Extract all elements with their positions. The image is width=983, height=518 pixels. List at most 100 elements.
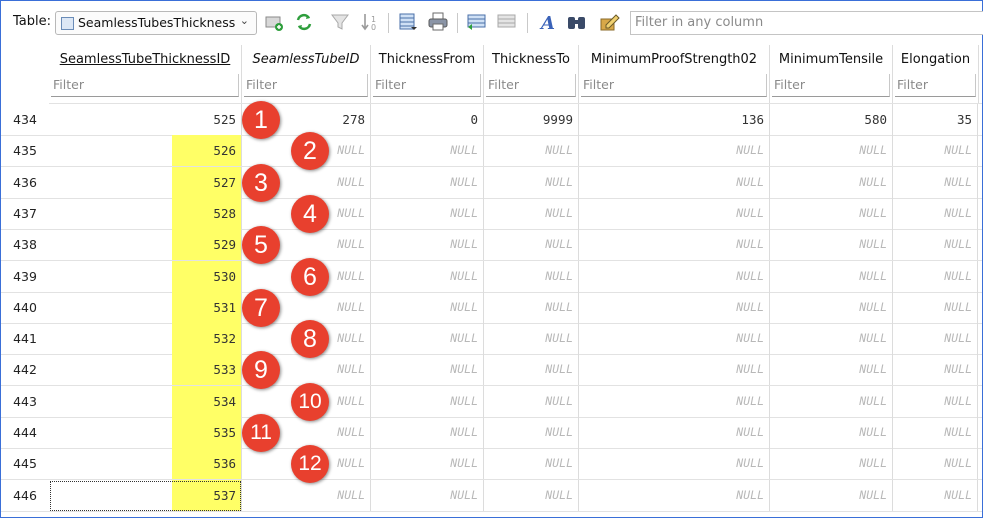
- table-cell[interactable]: 528: [49, 197, 242, 229]
- table-cell[interactable]: NULL: [484, 354, 579, 386]
- table-cell[interactable]: 529: [49, 229, 242, 261]
- column-filter-input[interactable]: Filter: [373, 74, 481, 97]
- row-number[interactable]: 445: [1, 448, 49, 479]
- row-number[interactable]: 439: [1, 261, 49, 292]
- table-cell[interactable]: NULL: [893, 417, 978, 448]
- table-row[interactable]: 446 537 NULL NULL NULL NULL NULL NULL: [1, 479, 982, 512]
- table-cell[interactable]: 531: [49, 291, 242, 323]
- table-cell[interactable]: NULL: [579, 479, 770, 511]
- edit-cell-icon[interactable]: [598, 11, 620, 33]
- table-cell[interactable]: NULL: [770, 385, 893, 417]
- table-cell[interactable]: NULL: [484, 448, 579, 480]
- table-cell[interactable]: NULL: [579, 135, 770, 167]
- table-row[interactable]: 441 532 NULL NULL NULL NULL NULL NULL: [1, 323, 982, 356]
- table-cell[interactable]: NULL: [371, 385, 484, 417]
- column-header-minimumproofstrength02[interactable]: MinimumProofStrength02 Filter: [579, 45, 770, 104]
- table-cell[interactable]: NULL: [893, 354, 978, 386]
- table-cell[interactable]: NULL: [893, 260, 978, 292]
- table-cell[interactable]: NULL: [770, 166, 893, 198]
- column-filter-input[interactable]: Filter: [244, 74, 368, 97]
- table-row[interactable]: 436 527 NULL NULL NULL NULL NULL NULL: [1, 166, 982, 199]
- column-filter-input[interactable]: Filter: [895, 74, 976, 97]
- table-cell[interactable]: NULL: [579, 229, 770, 261]
- row-number[interactable]: 446: [1, 480, 49, 511]
- table-cell[interactable]: 533: [49, 354, 242, 386]
- sort-icon[interactable]: 1 0: [359, 11, 381, 33]
- table-cell[interactable]: NULL: [484, 260, 579, 292]
- table-cell[interactable]: NULL: [770, 135, 893, 167]
- row-number[interactable]: 437: [1, 198, 49, 229]
- table-cell[interactable]: NULL: [579, 166, 770, 198]
- font-icon[interactable]: A: [537, 11, 559, 33]
- table-cell[interactable]: NULL: [484, 323, 579, 355]
- table-cell[interactable]: NULL: [371, 354, 484, 386]
- insert-rows-icon[interactable]: [466, 11, 488, 33]
- table-cell[interactable]: NULL: [770, 229, 893, 261]
- table-cell[interactable]: NULL: [579, 385, 770, 417]
- table-cell[interactable]: 526: [49, 135, 242, 167]
- table-cell[interactable]: 580: [770, 104, 893, 135]
- column-filter-input[interactable]: Filter: [581, 74, 767, 97]
- clear-filter-icon[interactable]: [329, 11, 351, 33]
- table-row[interactable]: 435 526 NULL NULL NULL NULL NULL NULL: [1, 135, 982, 168]
- table-cell[interactable]: NULL: [579, 197, 770, 229]
- table-row[interactable]: 434 525 278 0 9999 136 580 35: [1, 104, 982, 136]
- table-cell[interactable]: NULL: [579, 260, 770, 292]
- table-cell[interactable]: 536: [49, 448, 242, 480]
- table-cell[interactable]: NULL: [770, 291, 893, 323]
- find-icon[interactable]: [566, 11, 588, 33]
- column-header-thicknessfrom[interactable]: ThicknessFrom Filter: [371, 45, 484, 104]
- table-cell[interactable]: NULL: [484, 291, 579, 323]
- table-cell[interactable]: NULL: [770, 197, 893, 229]
- table-cell[interactable]: NULL: [579, 417, 770, 448]
- column-filter-input[interactable]: Filter: [772, 74, 890, 97]
- table-cell[interactable]: 534: [49, 385, 242, 417]
- row-number[interactable]: 436: [1, 167, 49, 198]
- table-cell[interactable]: NULL: [893, 229, 978, 261]
- column-header-seamlesstubethicknessid[interactable]: SeamlessTubeThicknessID Filter: [49, 45, 242, 104]
- table-cell[interactable]: NULL: [484, 166, 579, 198]
- column-header-thicknessto[interactable]: ThicknessTo Filter: [484, 45, 579, 104]
- table-cell[interactable]: NULL: [893, 166, 978, 198]
- refresh-icon[interactable]: [293, 11, 315, 33]
- table-cell[interactable]: NULL: [893, 135, 978, 167]
- table-cell[interactable]: 525: [49, 104, 242, 135]
- table-cell[interactable]: 0: [371, 104, 484, 135]
- table-cell[interactable]: NULL: [893, 323, 978, 355]
- table-cell[interactable]: NULL: [371, 135, 484, 167]
- table-cell[interactable]: 35: [893, 104, 978, 135]
- table-row[interactable]: 437 528 NULL NULL NULL NULL NULL NULL: [1, 197, 982, 230]
- row-number[interactable]: 442: [1, 354, 49, 385]
- row-number[interactable]: 444: [1, 417, 49, 448]
- table-cell[interactable]: NULL: [484, 229, 579, 261]
- table-cell[interactable]: NULL: [579, 448, 770, 480]
- column-header-elongation[interactable]: Elongation Filter: [893, 45, 979, 104]
- save-table-icon[interactable]: [397, 11, 419, 33]
- table-row[interactable]: 443 534 NULL NULL NULL NULL NULL NULL: [1, 385, 982, 418]
- table-select[interactable]: SeamlessTubesThickness ⌄: [55, 11, 257, 35]
- table-cell[interactable]: NULL: [579, 354, 770, 386]
- print-icon[interactable]: [427, 11, 449, 33]
- delete-rows-icon[interactable]: [496, 11, 518, 33]
- table-cell[interactable]: 527: [49, 166, 242, 198]
- table-row[interactable]: 439 530 NULL NULL NULL NULL NULL NULL: [1, 260, 982, 293]
- table-row[interactable]: 440 531 NULL NULL NULL NULL NULL NULL: [1, 291, 982, 324]
- table-cell[interactable]: NULL: [893, 385, 978, 417]
- table-cell[interactable]: NULL: [371, 291, 484, 323]
- table-cell[interactable]: NULL: [371, 197, 484, 229]
- table-cell[interactable]: 9999: [484, 104, 579, 135]
- table-cell[interactable]: NULL: [371, 229, 484, 261]
- table-cell[interactable]: NULL: [484, 135, 579, 167]
- table-cell[interactable]: NULL: [484, 417, 579, 448]
- row-number[interactable]: 434: [1, 104, 49, 135]
- table-row[interactable]: 438 529 NULL NULL NULL NULL NULL NULL: [1, 229, 982, 262]
- table-cell[interactable]: NULL: [770, 479, 893, 511]
- table-cell[interactable]: NULL: [770, 417, 893, 448]
- table-cell[interactable]: NULL: [579, 323, 770, 355]
- table-row[interactable]: 445 536 NULL NULL NULL NULL NULL NULL: [1, 448, 982, 481]
- table-cell[interactable]: 530: [49, 260, 242, 292]
- column-filter-input[interactable]: Filter: [486, 74, 576, 97]
- column-header-seamlesstubeid[interactable]: SeamlessTubeID Filter: [242, 45, 371, 104]
- table-cell[interactable]: NULL: [770, 260, 893, 292]
- table-cell[interactable]: NULL: [893, 448, 978, 480]
